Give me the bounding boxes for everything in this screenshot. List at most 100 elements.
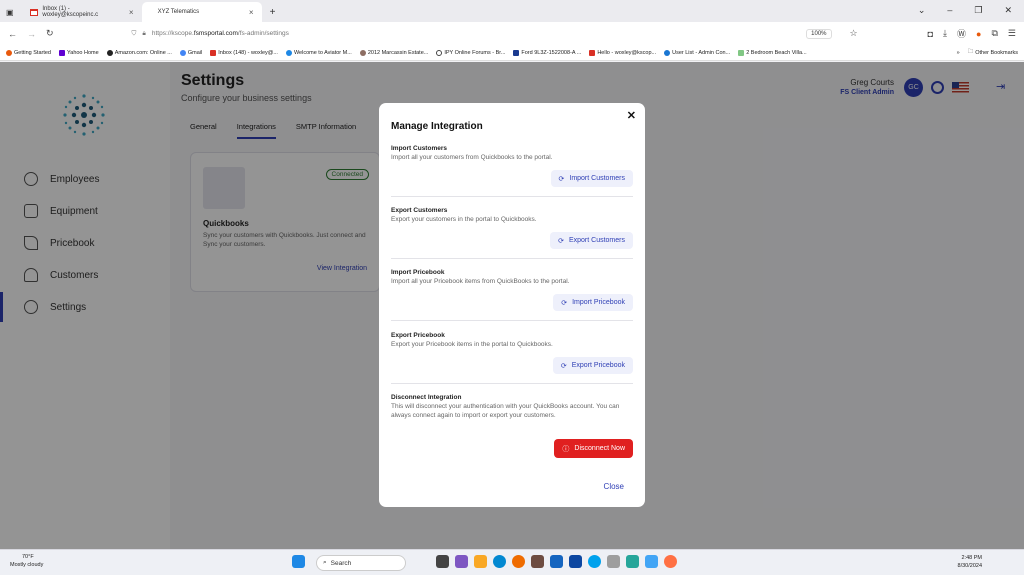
aviator-icon	[285, 49, 292, 56]
edge-icon[interactable]	[493, 555, 506, 568]
weather-widget[interactable]: 70°F Mostly cloudy	[10, 553, 43, 569]
browser-tab-strip: ▣ Inbox (1) - woxley@kscopeinc.c × XYZ T…	[0, 0, 1024, 22]
close-window-icon[interactable]: ✕	[1004, 5, 1012, 16]
tab-xyz-telematics[interactable]: XYZ Telematics ×	[141, 2, 262, 22]
file-explorer-icon[interactable]	[474, 555, 487, 568]
modal-title: Manage Integration	[391, 121, 483, 132]
bookmark-item[interactable]: IPY Online Forums - Br...	[436, 49, 505, 56]
taskbar-search[interactable]: ⌕ Search	[316, 555, 406, 571]
temperature: 70°F	[22, 554, 34, 560]
close-icon[interactable]: ✕	[627, 109, 636, 122]
taskbar-apps	[292, 555, 305, 568]
section-description: Export your Pricebook items in the porta…	[391, 341, 553, 348]
url-bar[interactable]: ⛉ 🔒︎ https://kscope.fsmsportal.com/fs-ad…	[132, 25, 289, 42]
copilot-icon[interactable]	[455, 555, 468, 568]
window-controls: ⌄ – ❐ ✕	[918, 5, 1024, 22]
import-pricebook-section: Import Pricebook Import all your Pricebo…	[391, 269, 633, 321]
bookmark-item[interactable]: 2012 Marcassin Estate...	[359, 49, 428, 56]
search-icon: ⌕	[323, 559, 327, 566]
bookmark-item[interactable]: Inbox (148) - woxley@...	[210, 49, 278, 56]
bookmark-item[interactable]: Gmail	[179, 49, 202, 56]
bookmark-item[interactable]: 2 Bedroom Beach Villa...	[738, 49, 807, 56]
bookmark-item[interactable]: Yahoo Home	[59, 49, 99, 56]
tab-gmail-inbox[interactable]: Inbox (1) - woxley@kscopeinc.c ×	[22, 2, 142, 22]
app-icon[interactable]	[664, 555, 677, 568]
manage-integration-modal: ✕ Manage Integration Import Customers Im…	[379, 103, 645, 507]
chevron-down-icon[interactable]: ⌄	[918, 5, 926, 16]
import-customers-button[interactable]: ⟳ Import Customers	[550, 170, 633, 187]
close-tab-icon[interactable]: ×	[249, 8, 254, 17]
folder-icon: 🗀︎	[967, 49, 974, 55]
app-icon[interactable]	[550, 555, 563, 568]
task-view-icon[interactable]	[436, 555, 449, 568]
app-icon[interactable]	[645, 555, 658, 568]
yahoo-icon	[59, 49, 65, 56]
export-customers-section: Export Customers Export your customers i…	[391, 207, 633, 259]
bookmark-item[interactable]: User List - Admin Con...	[664, 49, 730, 56]
close-button[interactable]: Close	[604, 482, 624, 491]
google-icon	[179, 49, 186, 56]
app-icon[interactable]	[607, 555, 620, 568]
disconnect-now-button[interactable]: ⓘ Disconnect Now	[554, 439, 633, 458]
gmail-icon	[210, 49, 217, 56]
pocket-icon[interactable]: ◘	[928, 29, 933, 39]
skype-icon[interactable]	[588, 555, 601, 568]
section-description: This will disconnect your authentication…	[391, 403, 620, 419]
forward-icon[interactable]: →	[27, 29, 36, 39]
extensions-puzzle-icon[interactable]: ⧉	[991, 28, 997, 39]
export-pricebook-section: Export Pricebook Export your Pricebook i…	[391, 332, 633, 384]
shield-icon: ⛉	[131, 29, 137, 37]
section-title: Disconnect Integration	[391, 394, 462, 401]
section-description: Import all your customers from Quickbook…	[391, 154, 553, 161]
section-title: Export Customers	[391, 207, 448, 214]
gmail-icon	[589, 49, 596, 56]
bookmark-item[interactable]: Hello - woxley@kscop...	[589, 49, 656, 56]
word-icon[interactable]	[569, 555, 582, 568]
import-pricebook-button[interactable]: ⟳ Import Pricebook	[553, 294, 633, 311]
villa-icon	[738, 49, 745, 56]
new-tab-button[interactable]: +	[262, 2, 284, 22]
bookmark-item[interactable]: Amazon.com: Online ...	[106, 49, 172, 56]
weather-condition: Mostly cloudy	[10, 562, 44, 568]
extension-icon[interactable]: ●	[976, 29, 981, 39]
windows-start-icon[interactable]	[292, 555, 305, 568]
export-customers-button[interactable]: ⟳ Export Customers	[550, 232, 633, 249]
maximize-icon[interactable]: ❐	[974, 5, 982, 16]
ford-icon	[513, 49, 520, 56]
back-icon[interactable]: ←	[8, 29, 17, 39]
sync-icon: ⟳	[560, 362, 567, 370]
gmail-icon	[29, 8, 39, 16]
other-bookmarks[interactable]: 🗀︎ Other Bookmarks	[968, 48, 1018, 57]
tab-label: XYZ Telematics	[157, 9, 200, 15]
bookmarks-overflow-icon[interactable]: »	[957, 50, 960, 56]
sync-icon: ⟳	[561, 299, 568, 307]
bookmark-item[interactable]: Getting Started	[6, 49, 51, 56]
pinned-apps	[436, 555, 677, 568]
globe-icon	[436, 49, 443, 56]
close-tab-icon[interactable]: ×	[129, 8, 134, 17]
export-pricebook-button[interactable]: ⟳ Export Pricebook	[552, 357, 633, 374]
system-clock[interactable]: 2:48 PM 8/30/2024	[958, 554, 982, 570]
sync-icon: ⟳	[558, 175, 565, 183]
download-icon[interactable]: ⤓	[943, 28, 947, 39]
app-icon[interactable]	[626, 555, 639, 568]
section-title: Import Customers	[391, 145, 447, 152]
extension-icon[interactable]: Ⓦ	[957, 27, 966, 40]
sync-icon: ⟳	[558, 237, 564, 245]
bookmarks-bar: Getting Started Yahoo Home Amazon.com: O…	[0, 45, 1024, 61]
firefox-icon[interactable]	[512, 555, 525, 568]
firefox-icon	[6, 49, 12, 56]
tab-list-button[interactable]: ▣	[0, 2, 22, 22]
bookmark-star-icon[interactable]: ☆	[850, 28, 858, 39]
alert-circle-icon: ⓘ	[562, 445, 570, 453]
bookmark-item[interactable]: Welcome to Aviator M...	[285, 49, 352, 56]
bookmark-item[interactable]: Ford 9L3Z-1522008-A ...	[513, 49, 581, 56]
menu-icon[interactable]: ☰	[1008, 28, 1016, 39]
plus-icon: +	[269, 6, 276, 18]
tab-list-icon: ▣	[6, 7, 14, 17]
tab-label: Inbox (1) - woxley@kscopeinc.c	[42, 6, 99, 18]
minimize-icon[interactable]: –	[947, 5, 952, 16]
zoom-level[interactable]: 100%	[806, 28, 832, 39]
slack-icon[interactable]	[531, 555, 544, 568]
reload-icon[interactable]: ↻	[46, 28, 54, 39]
